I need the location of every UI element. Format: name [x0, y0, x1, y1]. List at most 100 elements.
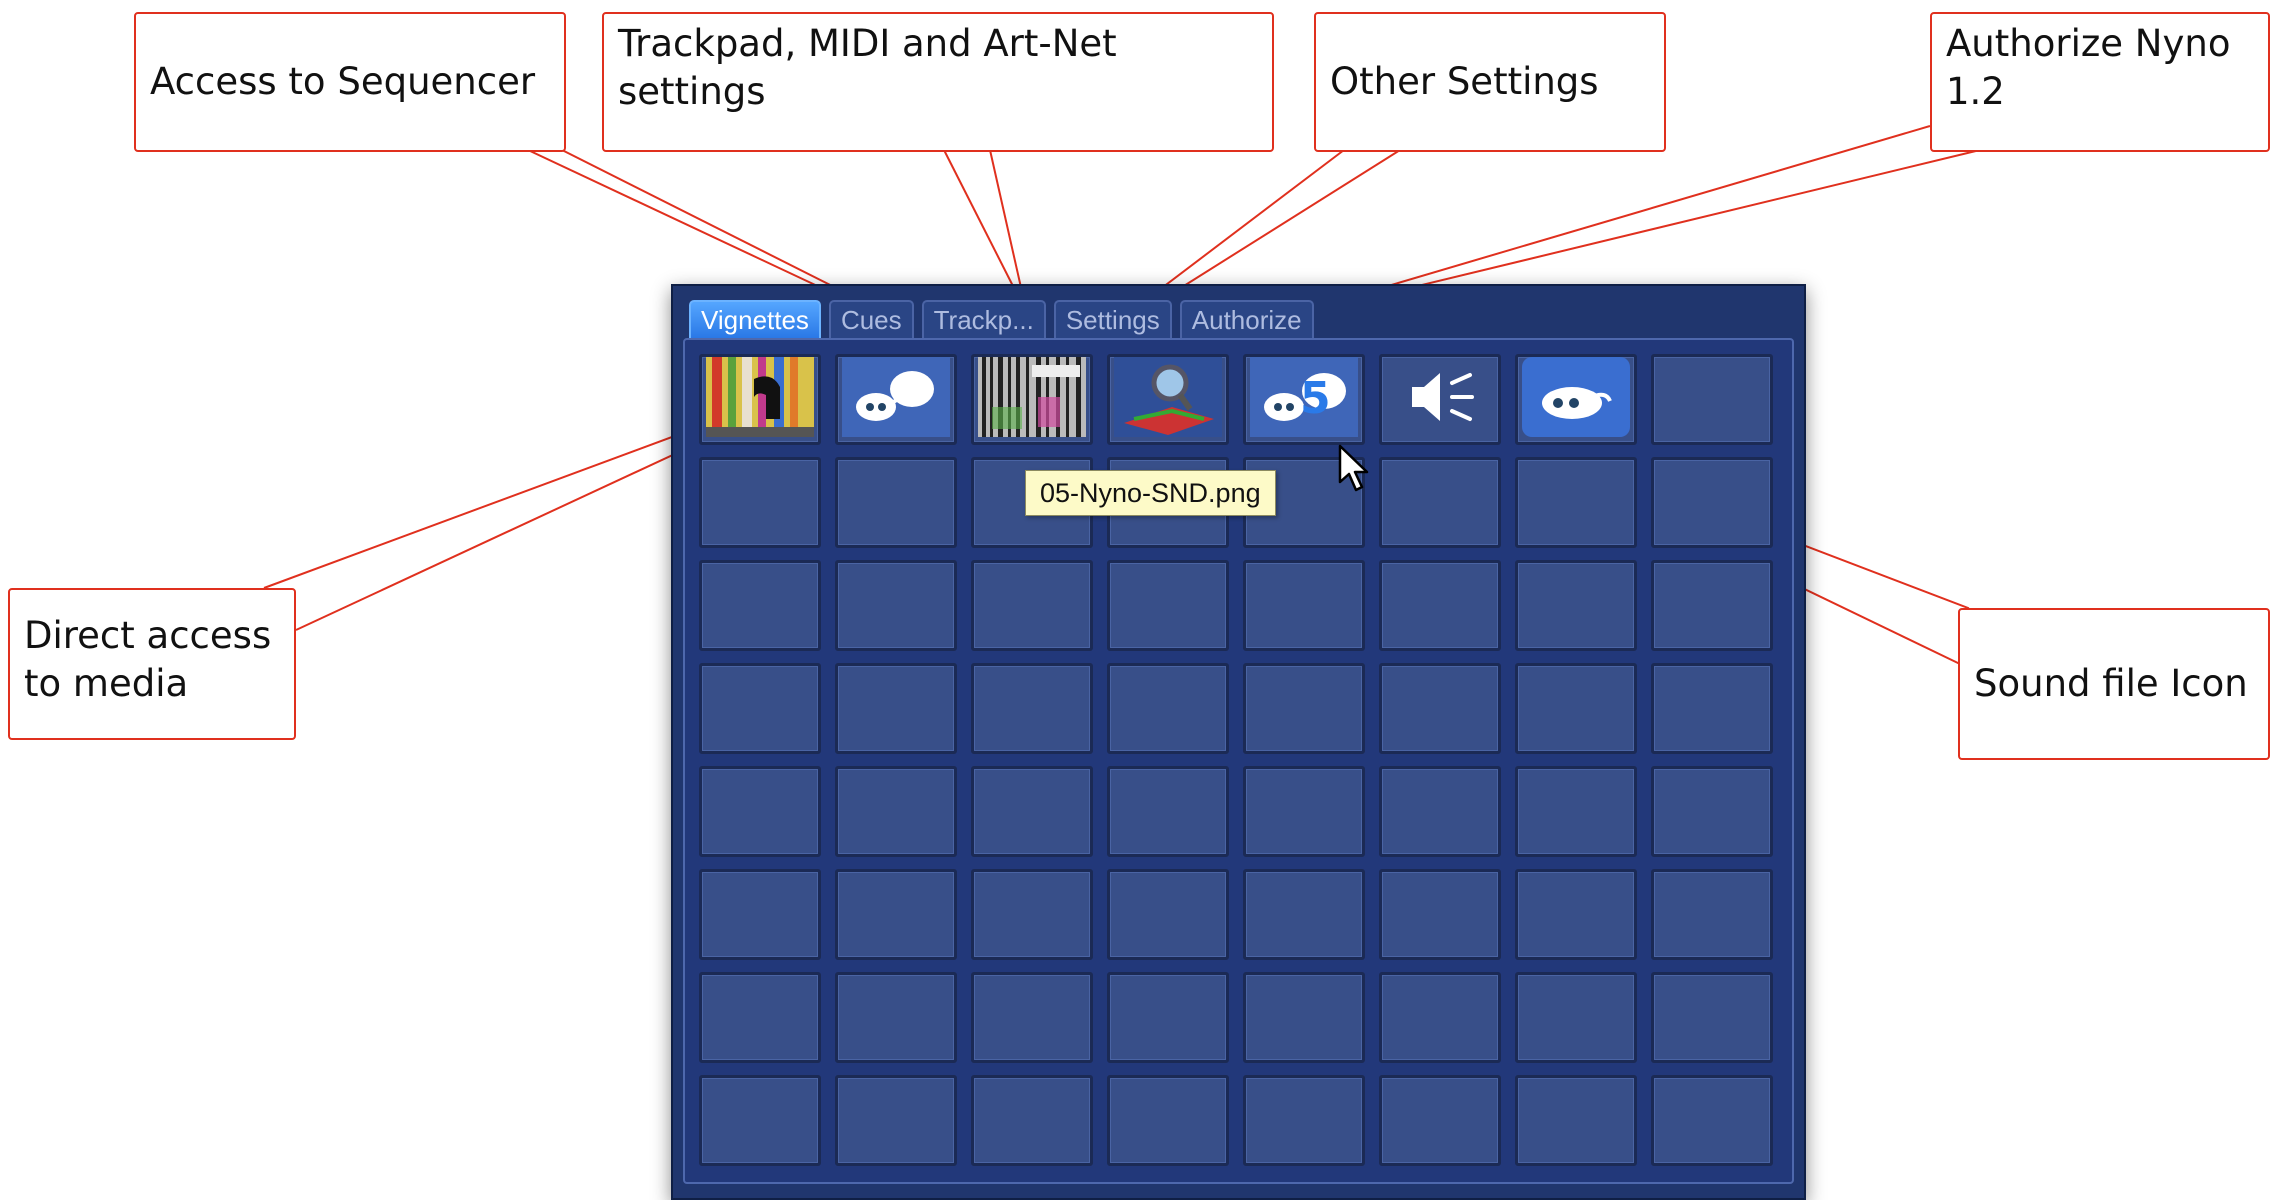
vignette-cell[interactable] [835, 560, 957, 651]
vignette-grid: 5 [683, 338, 1794, 1184]
tab-bar: Vignettes Cues Trackp... Settings Author… [689, 300, 1314, 338]
vignette-cell[interactable] [1243, 766, 1365, 857]
vignette-cell[interactable] [971, 663, 1093, 754]
vignette-cell[interactable] [699, 354, 821, 445]
vignette-cell[interactable] [1379, 663, 1501, 754]
vignette-cell[interactable] [1515, 1075, 1637, 1166]
vignette-cell[interactable] [1515, 972, 1637, 1063]
vignette-cell[interactable]: 5 [1243, 354, 1365, 445]
line-trackpad [943, 149, 1017, 293]
vignette-cell[interactable] [1515, 663, 1637, 754]
vignette-cell[interactable] [1651, 869, 1773, 960]
vignette-cell[interactable] [699, 560, 821, 651]
vignette-cell[interactable] [699, 869, 821, 960]
striped-photo-thumbnail-icon [706, 357, 814, 442]
vignette-cell[interactable] [1379, 457, 1501, 548]
vignette-cell[interactable] [699, 766, 821, 857]
line-sequencer-2 [561, 149, 873, 307]
nyno-mascot-thumbnail-icon [842, 357, 950, 442]
vignette-cell[interactable] [1107, 560, 1229, 651]
vignette-cell[interactable] [971, 869, 1093, 960]
mouse-cursor-icon [1338, 444, 1369, 492]
vignette-cell[interactable] [1651, 457, 1773, 548]
vignettes-panel: Vignettes Cues Trackp... Settings Author… [671, 284, 1806, 1200]
line-authorize-2 [1334, 149, 1981, 307]
vignette-cell[interactable] [1651, 1075, 1773, 1166]
line-sequencer [527, 149, 861, 307]
vignette-cell[interactable] [1243, 972, 1365, 1063]
vignette-cell[interactable] [1107, 663, 1229, 754]
vignette-cell[interactable] [1107, 1075, 1229, 1166]
vignette-cell[interactable] [1379, 560, 1501, 651]
nyno-mascot-blue-thumbnail-icon [1522, 357, 1630, 442]
callout-sequencer-text: Access to Sequencer [150, 60, 536, 103]
vignette-cell[interactable] [1515, 869, 1637, 960]
callout-authorize: Authorize Nyno 1.2 [1930, 12, 2270, 152]
vignette-cell[interactable] [971, 560, 1093, 651]
magnifier-map-thumbnail-icon [1114, 357, 1222, 442]
vignette-cell[interactable] [1107, 972, 1229, 1063]
vignette-cell[interactable] [1379, 354, 1501, 445]
vignette-cell[interactable] [699, 1075, 821, 1166]
callout-other-settings-text: Other Settings [1330, 60, 1599, 103]
vignette-cell[interactable] [1515, 457, 1637, 548]
vignette-cell[interactable] [1651, 972, 1773, 1063]
vignette-cell[interactable] [835, 457, 957, 548]
tab-vignettes[interactable]: Vignettes [689, 300, 821, 338]
line-settings [1137, 149, 1345, 307]
vignette-cell[interactable] [835, 869, 957, 960]
vignette-cell[interactable] [1515, 354, 1637, 445]
line-trackpad-2 [989, 149, 1023, 293]
tab-settings[interactable]: Settings [1053, 300, 1172, 338]
callout-trackpad: Trackpad, MIDI and Art-Net settings [602, 12, 1274, 152]
callout-sound-text: Sound file Icon [1974, 662, 2248, 705]
barcode-photo-thumbnail-icon [978, 357, 1086, 442]
filename-tooltip: 05-Nyno-SND.png [1025, 470, 1276, 516]
tab-trackpad[interactable]: Trackp... [921, 300, 1046, 338]
callout-sound-icon: Sound file Icon [1958, 608, 2270, 760]
line-settings-2 [1151, 149, 1401, 307]
vignette-cell[interactable] [1243, 869, 1365, 960]
vignette-cell[interactable] [1651, 560, 1773, 651]
vignette-cell[interactable] [1379, 1075, 1501, 1166]
vignette-cell[interactable] [699, 457, 821, 548]
vignette-cell[interactable] [971, 766, 1093, 857]
vignette-cell[interactable] [1107, 354, 1229, 445]
callout-authorize-text-1: Authorize Nyno [1946, 22, 2231, 65]
callout-direct-text-1: Direct access [24, 614, 272, 657]
speaker-sound-icon [1386, 357, 1494, 442]
vignette-cell[interactable] [699, 972, 821, 1063]
vignette-cell[interactable] [1651, 766, 1773, 857]
callout-direct-access: Direct access to media [8, 588, 296, 740]
vignette-cell[interactable] [1243, 663, 1365, 754]
vignette-cell[interactable] [835, 972, 957, 1063]
vignette-cell[interactable] [971, 1075, 1093, 1166]
vignette-cell[interactable] [1243, 560, 1365, 651]
vignette-cell[interactable] [1651, 354, 1773, 445]
tab-cues[interactable]: Cues [828, 300, 914, 338]
line-authorize [1319, 125, 1931, 307]
vignette-cell[interactable] [971, 972, 1093, 1063]
vignette-cell[interactable] [1379, 869, 1501, 960]
vignette-cell[interactable] [1243, 1075, 1365, 1166]
callout-direct-text-2: to media [24, 662, 189, 705]
vignette-cell[interactable] [1107, 766, 1229, 857]
vignette-cell[interactable] [699, 663, 821, 754]
vignette-cell[interactable] [1651, 663, 1773, 754]
callout-trackpad-text-1: Trackpad, MIDI and Art-Net [618, 22, 1117, 65]
nyno-mascot-5-thumbnail-icon: 5 [1250, 357, 1358, 442]
vignette-cell[interactable] [1107, 869, 1229, 960]
callout-other-settings: Other Settings [1314, 12, 1666, 152]
vignette-cell[interactable] [1515, 560, 1637, 651]
tab-authorize[interactable]: Authorize [1179, 300, 1314, 338]
vignette-cell[interactable] [1379, 972, 1501, 1063]
vignette-cell[interactable] [1379, 766, 1501, 857]
vignette-cell[interactable] [835, 663, 957, 754]
vignette-cell[interactable] [1515, 766, 1637, 857]
vignette-cell[interactable] [971, 354, 1093, 445]
vignette-cell[interactable] [835, 1075, 957, 1166]
vignette-cell[interactable] [835, 766, 957, 857]
callout-trackpad-text-2: settings [618, 70, 766, 113]
vignette-cell[interactable] [835, 354, 957, 445]
line-direct [263, 413, 735, 589]
